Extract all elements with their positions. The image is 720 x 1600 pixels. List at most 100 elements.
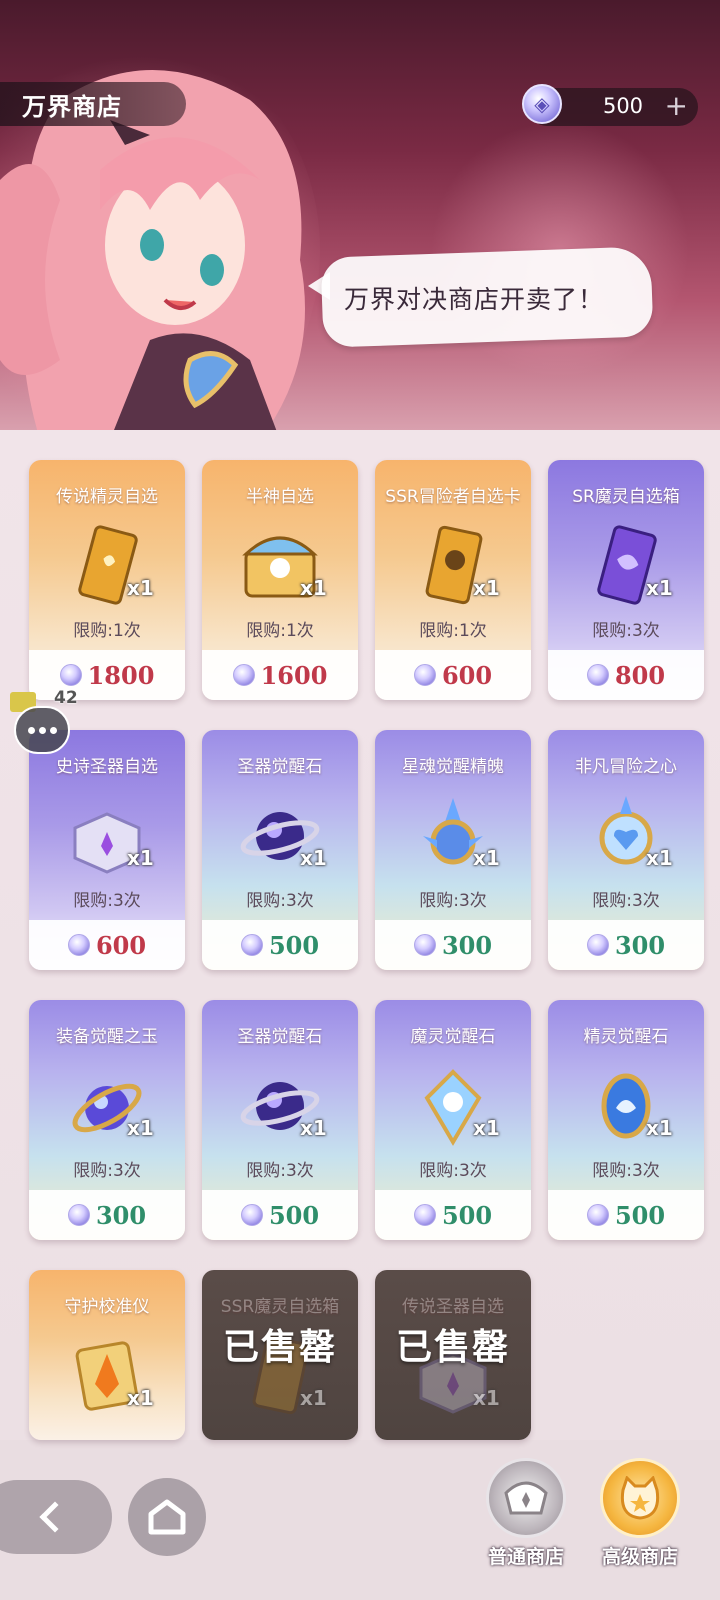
shop-item-card[interactable]: 史诗圣器自选 x1 限购:3次 600: [29, 730, 185, 970]
shop-item-card[interactable]: 星魂觉醒精魄 x1 限购:3次 300: [375, 730, 531, 970]
tab-normal-shop-label: 普通商店: [487, 1546, 564, 1568]
back-button[interactable]: [0, 1480, 112, 1554]
item-quantity: x1: [127, 846, 154, 870]
price-bar[interactable]: 300: [29, 1190, 185, 1240]
item-quantity: x1: [473, 1386, 500, 1410]
purchase-limit: 限购:3次: [592, 621, 660, 641]
sold-out-label: 已售罄: [395, 1327, 510, 1368]
diamond-coin-icon: ◈: [522, 84, 562, 124]
diamond-coin-icon: [586, 934, 609, 956]
price-bar[interactable]: 800: [548, 650, 704, 700]
item-name: 传说圣器自选: [402, 1297, 504, 1317]
price-bar[interactable]: 500: [375, 1190, 531, 1240]
purchase-limit: 限购:3次: [419, 891, 487, 911]
item-quantity: x1: [646, 1116, 673, 1140]
purchase-limit: 限购:3次: [592, 1161, 660, 1181]
item-price: 600: [441, 660, 493, 690]
chat-button[interactable]: 42: [10, 688, 80, 756]
shop-item-card[interactable]: 圣器觉醒石 x1 限购:3次 500: [202, 730, 358, 970]
item-name: SSR魔灵自选箱: [220, 1297, 340, 1317]
purchase-limit: 限购:1次: [246, 621, 314, 641]
page-title: 万界商店: [22, 92, 122, 121]
price-bar[interactable]: 300: [548, 920, 704, 970]
diamond-coin-icon: [586, 1204, 609, 1226]
speech-text: 万界对决商店开卖了！: [344, 285, 605, 314]
item-quantity: x1: [300, 1116, 327, 1140]
shop-item-card[interactable]: 圣器觉醒石 x1 限购:3次 500: [202, 1000, 358, 1240]
item-price: 600: [95, 930, 147, 960]
diamond-coin-icon: [59, 664, 82, 686]
diamond-coin-icon: [586, 664, 609, 686]
back-arrow-icon: [39, 1501, 71, 1533]
price-bar[interactable]: 1600: [202, 650, 358, 700]
shop-title-bar: 万界商店: [0, 82, 186, 126]
item-quantity: x1: [473, 846, 500, 870]
purchase-limit: 限购:3次: [246, 1161, 314, 1181]
speech-bubble: 万界对决商店开卖了！: [308, 246, 654, 348]
item-name: 半神自选: [246, 487, 314, 507]
item-name: 守护校准仪: [64, 1297, 150, 1317]
item-price: 300: [441, 930, 493, 960]
item-quantity: x1: [300, 846, 327, 870]
purchase-limit: 限购:3次: [73, 891, 141, 911]
item-name: 圣器觉醒石: [237, 1027, 323, 1047]
purchase-limit: 限购:3次: [73, 1161, 141, 1181]
price-bar[interactable]: 500: [548, 1190, 704, 1240]
item-price: 500: [268, 930, 320, 960]
shop-item-card[interactable]: 传说精灵自选 x1 限购:1次 1800: [29, 460, 185, 700]
shop-item-card[interactable]: 半神自选 x1 限购:1次 1600: [202, 460, 358, 700]
price-bar[interactable]: 500: [202, 1190, 358, 1240]
tab-premium-shop[interactable]: 高级商店: [592, 1458, 688, 1568]
shop-item-card[interactable]: SSR冒险者自选卡 x1 限购:1次 600: [375, 460, 531, 700]
tab-normal-shop[interactable]: 普通商店: [478, 1458, 574, 1568]
shop-banner: 万界商店 ◈ 500 + 万界对决商店开卖了！: [0, 0, 720, 430]
item-name: 装备觉醒之玉: [56, 1027, 158, 1047]
item-quantity: x1: [300, 1386, 327, 1410]
shop-item-card-soldout[interactable]: 传说圣器自选 x1 已售罄: [375, 1270, 531, 1440]
diamond-coin-icon: [67, 934, 90, 956]
item-price: 500: [441, 1200, 493, 1230]
item-quantity: x1: [127, 1116, 154, 1140]
purchase-limit: 限购:3次: [246, 891, 314, 911]
item-name: SR魔灵自选箱: [572, 487, 680, 507]
item-quantity: x1: [127, 1386, 154, 1410]
purchase-limit: 限购:3次: [419, 1161, 487, 1181]
item-name: 精灵觉醒石: [583, 1027, 669, 1047]
shop-item-card[interactable]: 非凡冒险之心 x1 限购:3次 300: [548, 730, 704, 970]
shop-item-card[interactable]: 精灵觉醒石 x1 限购:3次 500: [548, 1000, 704, 1240]
price-bar[interactable]: 500: [202, 920, 358, 970]
item-price: 500: [614, 1200, 666, 1230]
item-price: 1800: [87, 660, 155, 690]
home-icon: [148, 1499, 186, 1535]
diamond-coin-icon: [240, 1204, 263, 1226]
shop-item-card[interactable]: SR魔灵自选箱 x1 限购:3次 800: [548, 460, 704, 700]
price-bar[interactable]: 300: [375, 920, 531, 970]
item-price: 300: [614, 930, 666, 960]
item-quantity: x1: [646, 846, 673, 870]
add-currency-button[interactable]: +: [665, 90, 688, 122]
shop-item-card[interactable]: 魔灵觉醒石 x1 限购:3次 500: [375, 1000, 531, 1240]
shop-item-card[interactable]: 装备觉醒之玉 x1 限购:3次 300: [29, 1000, 185, 1240]
shop-item-card[interactable]: 守护校准仪 x1: [29, 1270, 185, 1440]
home-button[interactable]: [128, 1478, 206, 1556]
item-quantity: x1: [300, 576, 327, 600]
purchase-limit: 限购:1次: [73, 621, 141, 641]
item-name: 星魂觉醒精魄: [402, 757, 504, 777]
shop-item-card-soldout[interactable]: SSR魔灵自选箱 x1 已售罄: [202, 1270, 358, 1440]
diamond-coin-icon: [413, 664, 436, 686]
diamond-coin-icon: [240, 934, 263, 956]
tab-premium-shop-label: 高级商店: [601, 1546, 678, 1568]
purchase-limit: 限购:1次: [419, 621, 487, 641]
item-quantity: x1: [473, 576, 500, 600]
item-quantity: x1: [127, 576, 154, 600]
item-quantity: x1: [646, 576, 673, 600]
price-bar[interactable]: 600: [375, 650, 531, 700]
chat-bubble-icon: [14, 706, 70, 754]
currency-amount: 500: [602, 94, 644, 118]
item-name: SSR冒险者自选卡: [385, 487, 521, 507]
diamond-coin-icon: [67, 1204, 90, 1226]
purchase-limit: 限购:3次: [592, 891, 660, 911]
price-bar[interactable]: 600: [29, 920, 185, 970]
diamond-coin-icon: [413, 934, 436, 956]
item-name: 圣器觉醒石: [237, 757, 323, 777]
